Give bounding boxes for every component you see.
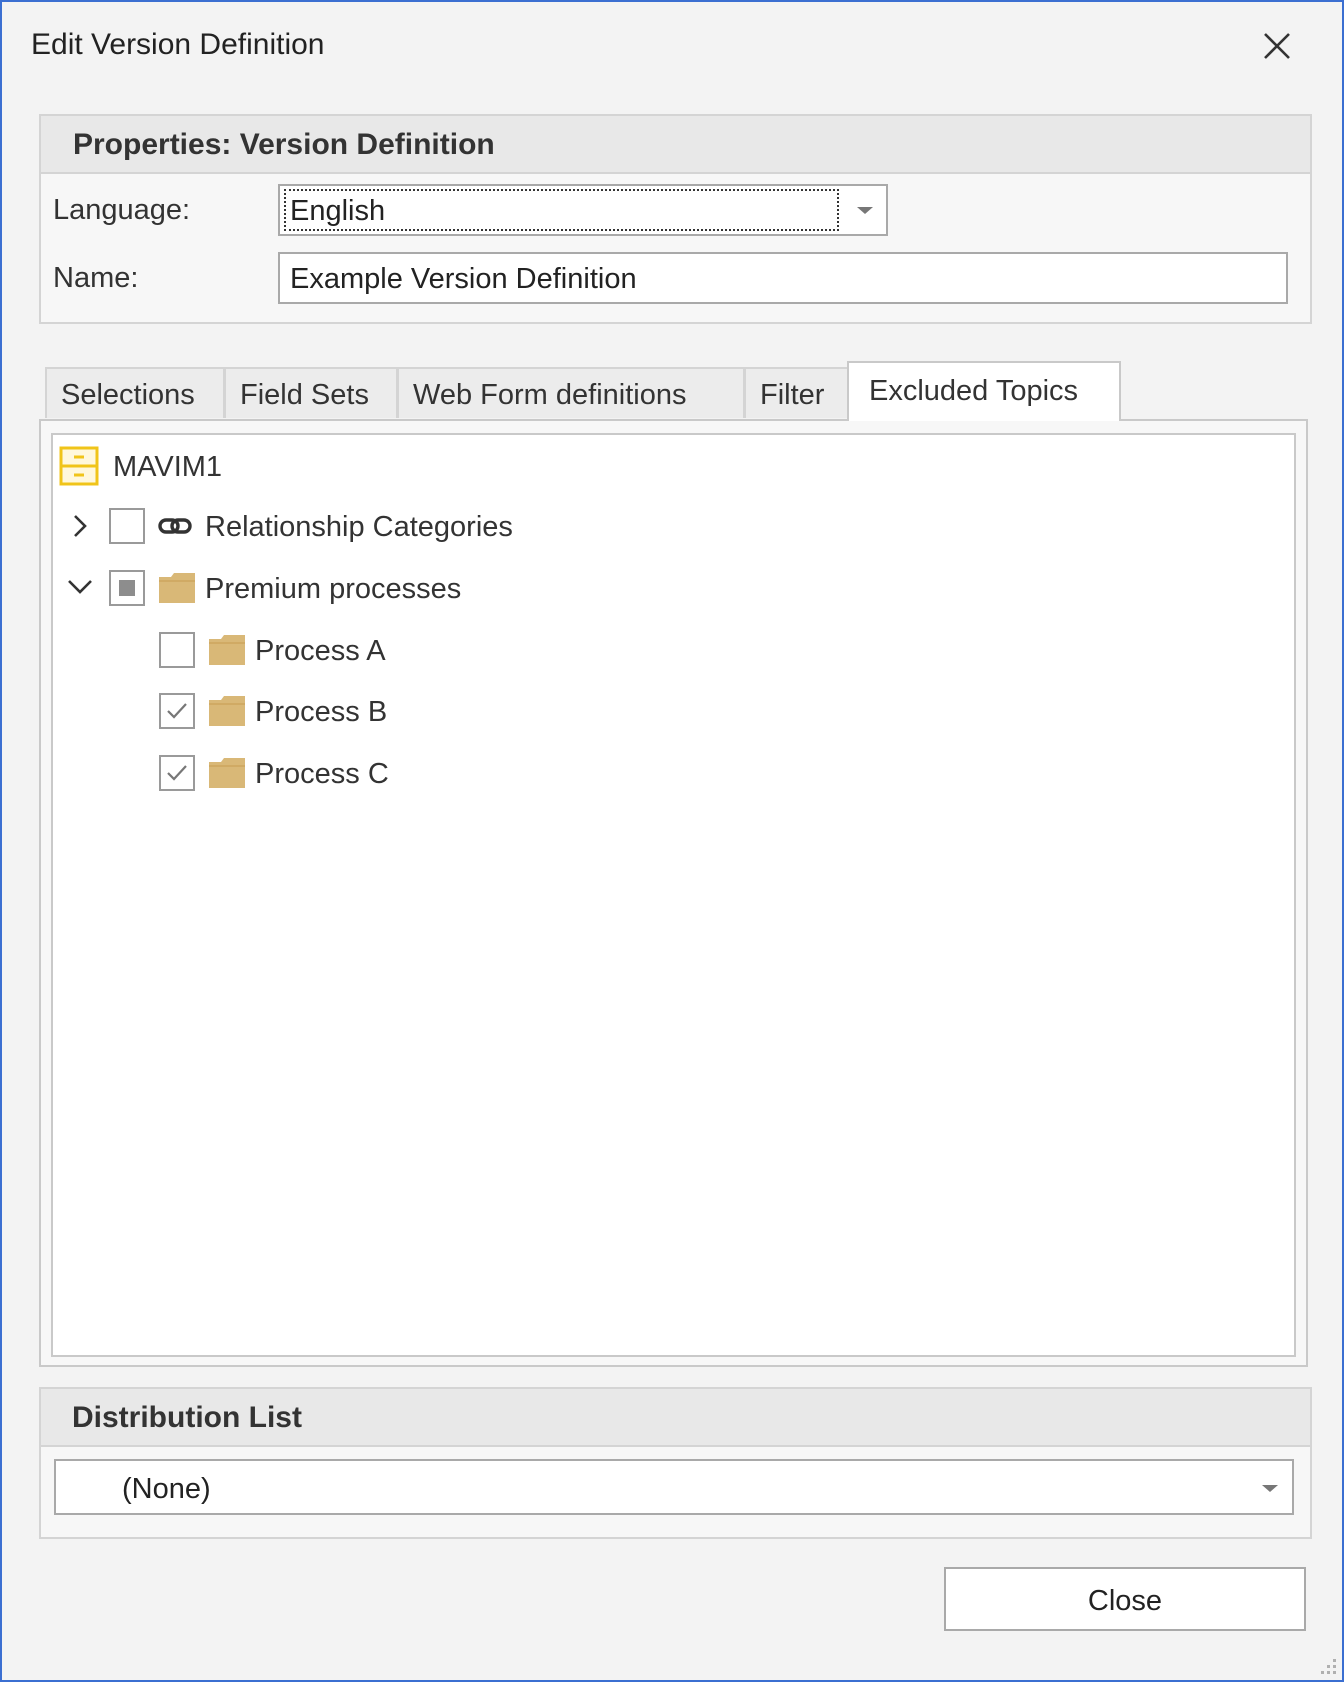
tab-label: Field Sets: [240, 379, 369, 411]
chevron-down-icon[interactable]: [1262, 1485, 1278, 1492]
tree-item-process-b[interactable]: Process B: [53, 686, 753, 736]
resize-grip-icon[interactable]: [1316, 1654, 1338, 1676]
link-icon: [158, 518, 192, 534]
tab-label: Web Form definitions: [413, 379, 687, 411]
tree-item-relationship-categories[interactable]: Relationship Categories: [53, 501, 753, 551]
tab-filter[interactable]: Filter: [744, 367, 850, 418]
tab-selections[interactable]: Selections: [45, 367, 225, 418]
tab-label: Selections: [61, 379, 195, 411]
name-label: Name:: [53, 262, 139, 294]
tree-item-label: Relationship Categories: [205, 511, 513, 543]
tree-item-label: Process B: [255, 696, 388, 728]
tab-field-sets[interactable]: Field Sets: [224, 367, 398, 418]
edit-version-definition-dialog: Edit Version Definition Properties: Vers…: [0, 0, 1344, 1682]
distribution-list-header: Distribution List: [41, 1389, 1310, 1447]
distribution-list-header-label: Distribution List: [72, 1401, 302, 1434]
tree-root[interactable]: MAVIM1: [53, 443, 653, 493]
close-button[interactable]: Close: [944, 1567, 1306, 1631]
checkmark-icon: [167, 765, 187, 781]
checkbox-premium-processes[interactable]: [109, 570, 145, 606]
indeterminate-mark: [119, 580, 135, 596]
folder-icon: [159, 573, 195, 603]
tree-item-premium-processes[interactable]: Premium processes: [53, 563, 753, 613]
tree-item-label: Process C: [255, 758, 389, 790]
title-bar: Edit Version Definition: [2, 2, 1342, 94]
close-icon[interactable]: [1257, 26, 1297, 66]
tree-item-label: Premium processes: [205, 573, 462, 605]
tree-item-process-c[interactable]: Process C: [53, 748, 753, 798]
properties-group: Properties: Version Definition Language:…: [39, 114, 1312, 324]
language-label: Language:: [53, 194, 191, 226]
language-value: English: [290, 195, 386, 227]
database-icon: [59, 446, 99, 486]
tab-excluded-topics[interactable]: Excluded Topics: [847, 361, 1121, 421]
properties-header-label: Properties: Version Definition: [73, 128, 495, 161]
checkbox-process-a[interactable]: [159, 632, 195, 668]
distribution-list-dropdown[interactable]: (None): [54, 1459, 1294, 1515]
chevron-right-icon[interactable]: [65, 511, 95, 541]
excluded-topics-panel: MAVIM1 Relationship Categories Premium p…: [39, 419, 1308, 1367]
folder-icon: [209, 635, 245, 665]
close-button-label: Close: [1087, 1585, 1163, 1617]
chevron-down-icon[interactable]: [65, 571, 95, 601]
tab-web-form-definitions[interactable]: Web Form definitions: [397, 367, 745, 418]
topic-tree[interactable]: MAVIM1 Relationship Categories Premium p…: [51, 433, 1296, 1357]
tab-label: Filter: [760, 379, 825, 411]
tree-item-label: Process A: [255, 635, 386, 667]
folder-icon: [209, 758, 245, 788]
chevron-down-icon[interactable]: [857, 207, 873, 214]
checkbox-process-c[interactable]: [159, 755, 195, 791]
checkmark-icon: [167, 703, 187, 719]
window-title: Edit Version Definition: [31, 28, 325, 61]
properties-header: Properties: Version Definition: [41, 116, 1310, 174]
distribution-list-value: (None): [122, 1473, 211, 1505]
tree-root-label: MAVIM1: [113, 451, 223, 483]
tree-item-process-a[interactable]: Process A: [53, 625, 753, 675]
name-field[interactable]: Example Version Definition: [278, 252, 1288, 304]
checkbox-process-b[interactable]: [159, 693, 195, 729]
name-value: Example Version Definition: [290, 263, 637, 295]
language-dropdown[interactable]: English: [278, 184, 888, 236]
tab-label: Excluded Topics: [869, 375, 1079, 407]
checkbox-relationship-categories[interactable]: [109, 508, 145, 544]
folder-icon: [209, 696, 245, 726]
